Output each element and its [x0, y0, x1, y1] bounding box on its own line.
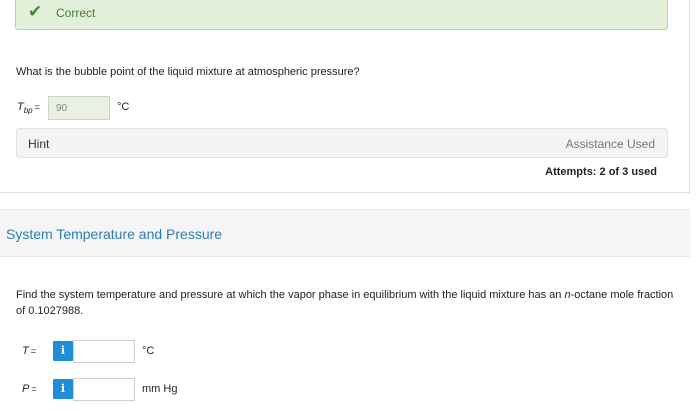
temperature-equals: = [30, 346, 36, 356]
assistance-used-label: Assistance Used [565, 137, 655, 151]
correct-banner: ✔ Correct [15, 0, 668, 30]
info-icon[interactable]: i [53, 341, 73, 361]
tbp-label: Tbp = [17, 101, 40, 115]
question-card: ✔ Correct What is the bubble point of th… [0, 0, 690, 193]
temperature-input[interactable] [73, 340, 135, 363]
find-text-before: Find the system temperature and pressure… [16, 289, 565, 301]
pressure-input[interactable] [73, 378, 135, 401]
status-text: Correct [56, 6, 96, 20]
tbp-subscript: bp [23, 106, 33, 116]
find-prompt: Find the system temperature and pressure… [16, 287, 676, 319]
tbp-answer-field[interactable]: 90 [48, 96, 110, 120]
section-header: System Temperature and Pressure [0, 209, 690, 257]
pressure-symbol: P [22, 383, 30, 395]
tbp-equals: = [34, 102, 40, 112]
info-icon[interactable]: i [53, 379, 73, 399]
hint-label[interactable]: Hint [28, 137, 49, 151]
pressure-label: P = [22, 383, 52, 395]
tbp-unit: °C [117, 101, 130, 113]
section-title: System Temperature and Pressure [6, 226, 223, 242]
temperature-unit: °C [142, 345, 155, 357]
tbp-symbol: T [17, 101, 24, 113]
temperature-label: T = [22, 345, 52, 357]
temperature-symbol: T [22, 345, 29, 357]
pressure-equals: = [31, 384, 37, 394]
attempts-counter: Attempts: 2 of 3 used [545, 166, 657, 178]
checkmark-icon: ✔ [28, 2, 43, 21]
question-text: What is the bubble point of the liquid m… [16, 66, 360, 78]
pressure-unit: mm Hg [142, 383, 178, 395]
hint-bar[interactable]: Hint Assistance Used [16, 128, 668, 158]
